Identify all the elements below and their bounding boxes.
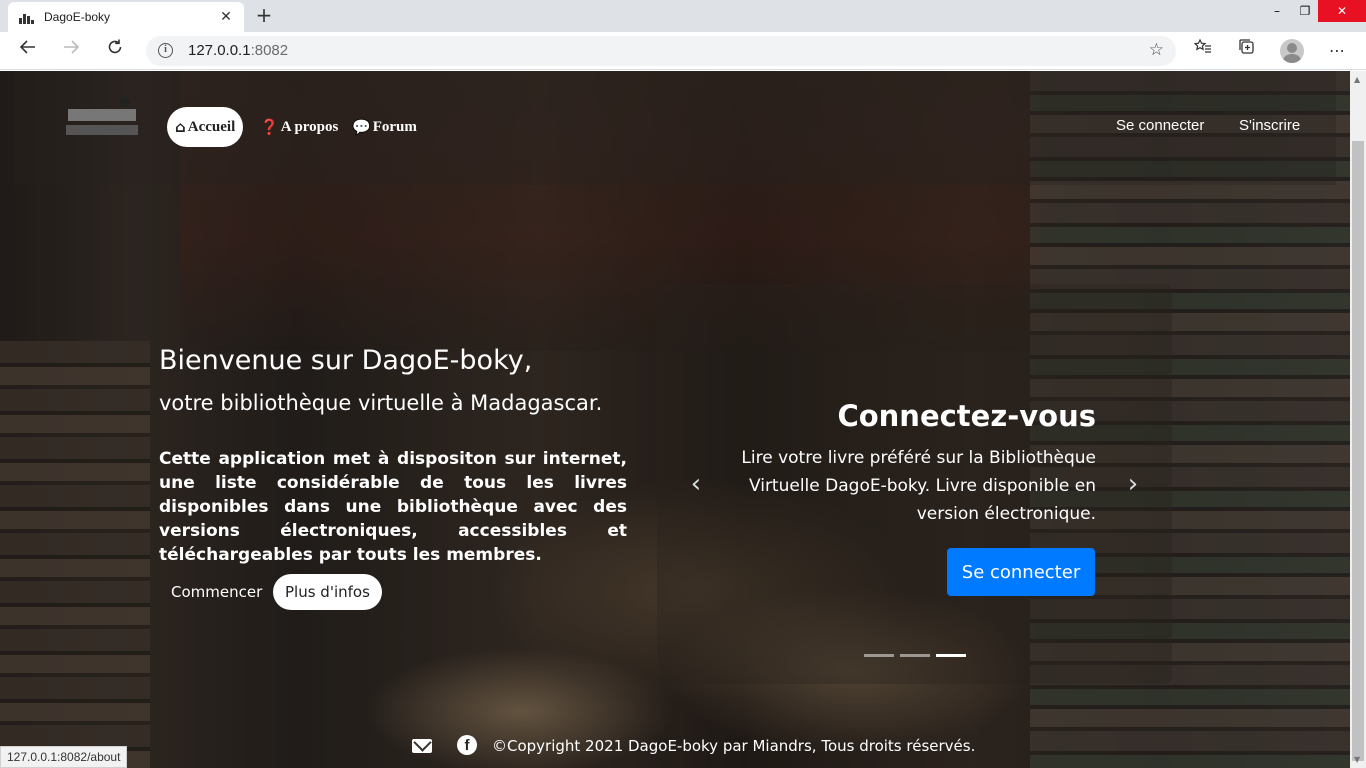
carousel-indicator[interactable] bbox=[900, 654, 930, 657]
new-tab-button[interactable]: + bbox=[252, 4, 276, 28]
browser-toolbar: i 127.0.0.1:8082 ☆ ⋯ bbox=[0, 32, 1366, 70]
nav-accueil[interactable]: ⌂ Accueil bbox=[167, 107, 244, 147]
favorites-icon[interactable] bbox=[1188, 36, 1218, 66]
nav-a-propos-label: A propos bbox=[280, 118, 339, 135]
nav-forum[interactable]: 💬 Forum bbox=[352, 107, 417, 147]
tab-title: DagoE-boky bbox=[44, 10, 111, 24]
nav-signup-link[interactable]: S'inscrire bbox=[1239, 117, 1300, 134]
scroll-down-icon[interactable]: ▼ bbox=[1354, 755, 1360, 764]
carousel-indicator-active[interactable] bbox=[936, 654, 966, 657]
email-icon[interactable] bbox=[412, 739, 432, 753]
nav-forum-label: Forum bbox=[372, 118, 417, 135]
back-arrow-icon[interactable] bbox=[13, 36, 43, 66]
favorite-star-icon[interactable]: ☆ bbox=[1149, 40, 1164, 60]
carousel-indicators bbox=[864, 654, 966, 657]
tab-bar: DagoE-boky ✕ + – ❐ ✕ bbox=[0, 0, 1366, 32]
facebook-icon[interactable]: f bbox=[457, 735, 477, 755]
site-info-icon[interactable]: i bbox=[158, 43, 173, 58]
carousel-title: Connectez-vous bbox=[837, 399, 1096, 433]
comment-icon: 💬 bbox=[352, 118, 371, 136]
reload-icon[interactable] bbox=[100, 36, 130, 66]
address-bar[interactable]: i 127.0.0.1:8082 ☆ bbox=[146, 36, 1176, 66]
page-scrollbar[interactable]: ▲ ▼ bbox=[1350, 71, 1366, 768]
browser-tab[interactable]: DagoE-boky ✕ bbox=[8, 2, 244, 32]
hero-description: Cette application met à dispositon sur i… bbox=[159, 449, 627, 565]
window-close-button[interactable]: ✕ bbox=[1318, 0, 1366, 22]
forward-arrow-icon[interactable] bbox=[56, 36, 86, 66]
login-carousel: ‹ › Connectez-vous Lire votre livre préf… bbox=[657, 284, 1172, 684]
nav-a-propos[interactable]: ❓ A propos bbox=[260, 107, 338, 147]
status-url: 127.0.0.1:8082/about bbox=[0, 746, 128, 768]
home-icon: ⌂ bbox=[175, 118, 186, 136]
carousel-text: Lire votre livre préféré sur la Biblioth… bbox=[741, 448, 1096, 524]
hero-subtitle: votre bibliothèque virtuelle à Madagasca… bbox=[159, 391, 603, 415]
scrollbar-thumb[interactable] bbox=[1352, 141, 1364, 761]
hero-title: Bienvenue sur DagoE-boky, bbox=[159, 345, 533, 376]
tab-close-icon[interactable]: ✕ bbox=[218, 9, 234, 25]
carousel-login-button[interactable]: Se connecter bbox=[947, 548, 1095, 596]
nav-login-link[interactable]: Se connecter bbox=[1116, 117, 1204, 134]
more-info-button[interactable]: Plus d'infos bbox=[273, 574, 382, 610]
start-button[interactable]: Commencer bbox=[159, 575, 274, 609]
more-menu-icon[interactable]: ⋯ bbox=[1322, 36, 1352, 66]
carousel-next-icon[interactable]: › bbox=[1123, 470, 1143, 498]
site-footer: f ©Copyright 2021 DagoE-boky par Miandrs… bbox=[0, 735, 1350, 763]
copyright-text: ©Copyright 2021 DagoE-boky par Miandrs, … bbox=[492, 737, 976, 755]
site-favicon-icon bbox=[18, 10, 34, 24]
carousel-prev-icon[interactable]: ‹ bbox=[686, 470, 706, 498]
page-viewport: ⌂ Accueil ❓ A propos 💬 Forum Se connecte… bbox=[0, 71, 1350, 768]
site-logo[interactable] bbox=[66, 97, 140, 141]
scroll-up-icon[interactable]: ▲ bbox=[1354, 75, 1360, 84]
collections-icon[interactable] bbox=[1232, 36, 1262, 66]
question-circle-icon: ❓ bbox=[260, 118, 279, 136]
profile-avatar[interactable] bbox=[1280, 39, 1304, 63]
nav-accueil-label: Accueil bbox=[187, 118, 236, 135]
url-text[interactable]: 127.0.0.1:8082 bbox=[188, 42, 288, 59]
site-navbar: ⌂ Accueil ❓ A propos 💬 Forum Se connecte… bbox=[14, 71, 1336, 185]
carousel-indicator[interactable] bbox=[864, 654, 894, 657]
